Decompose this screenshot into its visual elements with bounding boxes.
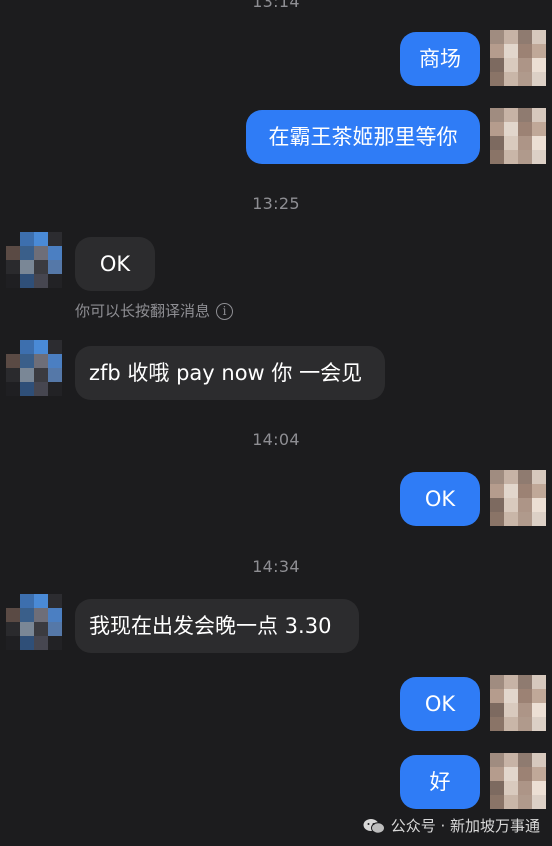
outgoing-message-bubble[interactable]: 在霸王茶姬那里等你 — [246, 110, 480, 164]
sender-avatar[interactable] — [6, 232, 62, 288]
outgoing-message-bubble[interactable]: 好 — [400, 755, 480, 809]
translate-hint: 你可以长按翻译消息 i — [75, 300, 234, 322]
info-icon[interactable]: i — [216, 302, 234, 320]
self-avatar[interactable] — [490, 108, 546, 164]
timestamp-label: 13:25 — [252, 194, 300, 213]
outgoing-message-bubble[interactable]: OK — [400, 677, 480, 731]
self-avatar[interactable] — [490, 30, 546, 86]
watermark: 公众号 · 新加坡万事通 — [363, 815, 540, 836]
self-avatar[interactable] — [490, 753, 546, 809]
sender-avatar[interactable] — [6, 594, 62, 650]
outgoing-message-bubble[interactable]: OK — [400, 472, 480, 526]
timestamp-label: 14:04 — [252, 430, 300, 449]
self-avatar[interactable] — [490, 675, 546, 731]
incoming-message-bubble[interactable]: OK — [75, 237, 155, 291]
outgoing-message-bubble[interactable]: 商场 — [400, 32, 480, 86]
watermark-text: 公众号 · 新加坡万事通 — [390, 817, 540, 835]
incoming-message-bubble[interactable]: zfb 收哦 pay now 你 一会见 — [75, 346, 385, 400]
timestamp-label: 14:34 — [252, 557, 300, 576]
incoming-message-bubble[interactable]: 我现在出发会晚一点 3.30 — [75, 599, 359, 653]
wechat-icon — [363, 818, 385, 834]
translate-hint-text: 你可以长按翻译消息 — [75, 302, 211, 320]
self-avatar[interactable] — [490, 470, 546, 526]
sender-avatar[interactable] — [6, 340, 62, 396]
chat-screen: 13:14 商场 在霸王茶姬那里等你 13:25 OK 你可以长按翻译消息 i … — [0, 0, 552, 846]
timestamp-top: 13:14 — [252, 0, 300, 11]
